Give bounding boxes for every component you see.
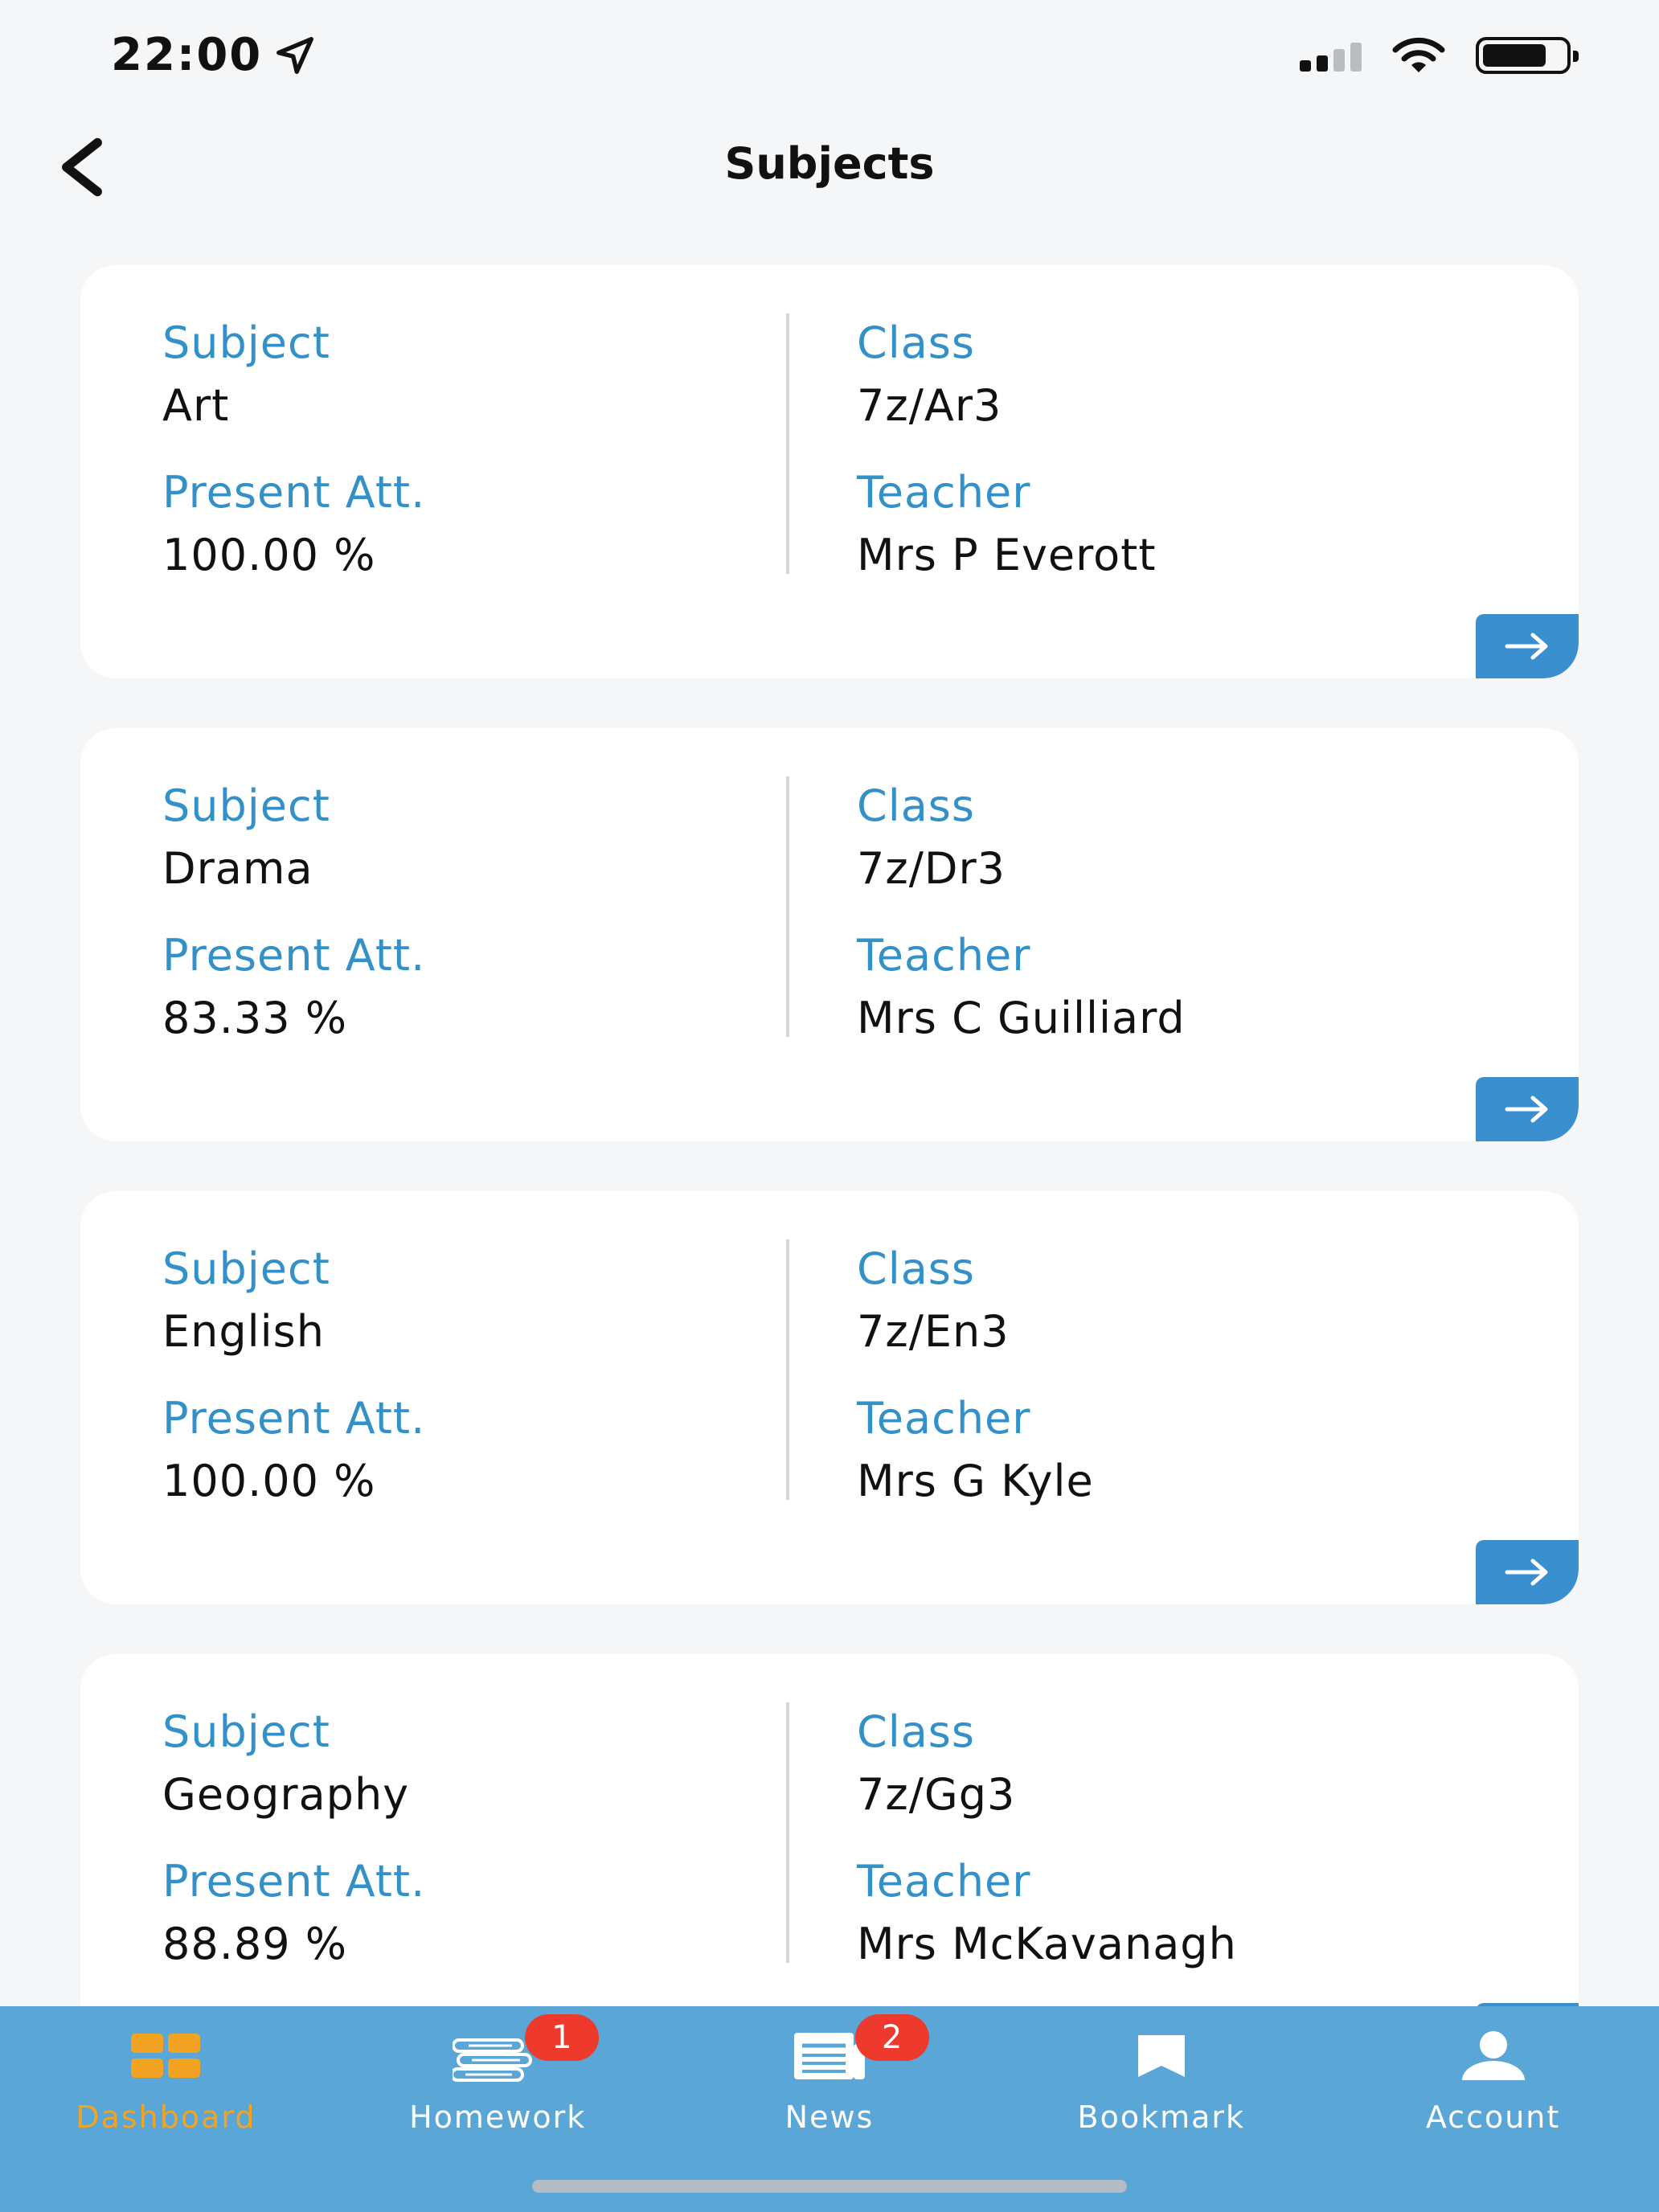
open-subject-button[interactable] bbox=[1476, 614, 1579, 678]
class-label: Class bbox=[857, 1243, 976, 1294]
arrow-right-icon bbox=[1505, 633, 1548, 660]
wifi-icon bbox=[1392, 37, 1445, 72]
arrow-right-icon bbox=[1505, 1096, 1548, 1123]
subject-card: Subject English Present Att. 100.00 % Cl… bbox=[80, 1191, 1579, 1604]
open-subject-button[interactable] bbox=[1476, 1077, 1579, 1141]
card-divider bbox=[786, 1239, 789, 1500]
subject-value: Art bbox=[162, 380, 230, 431]
status-time-text: 22:00 bbox=[111, 29, 263, 81]
card-right-column: Class 7z/En3 Teacher Mrs G Kyle bbox=[857, 1238, 1094, 1537]
subject-value: Drama bbox=[162, 843, 313, 894]
tab-label-bookmark: Bookmark bbox=[1077, 2099, 1246, 2135]
attendance-label: Present Att. bbox=[162, 930, 426, 981]
attendance-value: 83.33 % bbox=[162, 993, 348, 1043]
tab-label-account: Account bbox=[1425, 2099, 1561, 2135]
card-divider bbox=[786, 776, 789, 1037]
open-subject-button[interactable] bbox=[1476, 1540, 1579, 1604]
teacher-value: Mrs P Everott bbox=[857, 530, 1157, 580]
subject-card: Subject Drama Present Att. 83.33 % Class… bbox=[80, 728, 1579, 1141]
teacher-label: Teacher bbox=[857, 1393, 1031, 1444]
location-arrow-icon bbox=[276, 36, 314, 74]
card-left-column: Subject Drama Present Att. 83.33 % bbox=[162, 775, 425, 1074]
card-left-column: Subject Art Present Att. 100.00 % bbox=[162, 312, 425, 611]
class-value: 7z/Ar3 bbox=[857, 380, 1002, 431]
card-divider bbox=[786, 313, 789, 574]
attendance-value: 88.89 % bbox=[162, 1919, 348, 1969]
subject-card: Subject Art Present Att. 100.00 % Class … bbox=[80, 265, 1579, 678]
card-left-column: Subject English Present Att. 100.00 % bbox=[162, 1238, 425, 1537]
card-right-column: Class 7z/Ar3 Teacher Mrs P Everott bbox=[857, 312, 1157, 611]
class-value: 7z/En3 bbox=[857, 1306, 1010, 1357]
subject-card-list: Subject Art Present Att. 100.00 % Class … bbox=[80, 265, 1579, 2117]
person-icon bbox=[1445, 2022, 1542, 2090]
subject-value: Geography bbox=[162, 1769, 410, 1820]
teacher-value: Mrs G Kyle bbox=[857, 1456, 1094, 1506]
subject-label: Subject bbox=[162, 1706, 330, 1757]
tab-label-dashboard: Dashboard bbox=[76, 2099, 256, 2135]
class-value: 7z/Dr3 bbox=[857, 843, 1006, 894]
class-label: Class bbox=[857, 1706, 976, 1757]
card-left-column: Subject Geography Present Att. 88.89 % bbox=[162, 1701, 425, 2000]
tab-label-homework: Homework bbox=[409, 2099, 587, 2135]
attendance-value: 100.00 % bbox=[162, 530, 376, 580]
subject-card: Subject Geography Present Att. 88.89 % C… bbox=[80, 1654, 1579, 2067]
card-right-column: Class 7z/Gg3 Teacher Mrs McKavanagh bbox=[857, 1701, 1237, 2000]
card-right-column: Class 7z/Dr3 Teacher Mrs C Guilliard bbox=[857, 775, 1186, 1074]
class-label: Class bbox=[857, 317, 976, 368]
attendance-label: Present Att. bbox=[162, 1856, 426, 1907]
home-indicator[interactable] bbox=[532, 2180, 1127, 2193]
tab-account[interactable]: Account bbox=[1327, 2006, 1659, 2212]
cellular-signal-icon bbox=[1300, 39, 1362, 72]
subject-label: Subject bbox=[162, 780, 330, 831]
attendance-label: Present Att. bbox=[162, 467, 426, 518]
tab-label-news: News bbox=[784, 2099, 875, 2135]
teacher-label: Teacher bbox=[857, 1856, 1031, 1907]
class-value: 7z/Gg3 bbox=[857, 1769, 1016, 1820]
class-label: Class bbox=[857, 780, 976, 831]
page-title: Subjects bbox=[724, 138, 935, 189]
teacher-label: Teacher bbox=[857, 930, 1031, 981]
attendance-value: 100.00 % bbox=[162, 1456, 376, 1506]
subjects-screen: 22:00 Subjects Subject Art Present Att. … bbox=[0, 0, 1659, 2212]
status-bar-indicators bbox=[1300, 35, 1579, 76]
tab-dashboard[interactable]: Dashboard bbox=[0, 2006, 332, 2212]
bookmark-icon bbox=[1113, 2022, 1210, 2090]
subject-value: English bbox=[162, 1306, 325, 1357]
news-badge: 2 bbox=[854, 2014, 929, 2061]
teacher-value: Mrs McKavanagh bbox=[857, 1919, 1237, 1969]
battery-icon bbox=[1476, 37, 1579, 74]
subject-label: Subject bbox=[162, 317, 330, 368]
teacher-value: Mrs C Guilliard bbox=[857, 993, 1186, 1043]
arrow-right-icon bbox=[1505, 1559, 1548, 1586]
status-bar-time: 22:00 bbox=[111, 29, 317, 81]
card-divider bbox=[786, 1702, 789, 1963]
dashboard-grid-icon bbox=[117, 2022, 214, 2090]
subject-label: Subject bbox=[162, 1243, 330, 1294]
teacher-label: Teacher bbox=[857, 467, 1031, 518]
attendance-label: Present Att. bbox=[162, 1393, 426, 1444]
homework-badge: 1 bbox=[524, 2014, 599, 2061]
